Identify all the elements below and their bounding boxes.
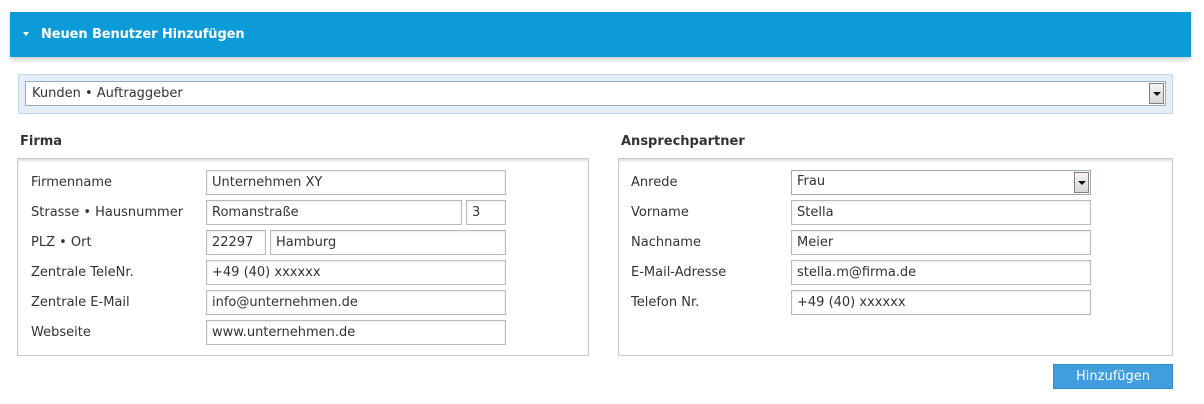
company-zip-input[interactable] xyxy=(206,230,266,255)
company-city-label: PLZ • Ort xyxy=(31,235,92,250)
contact-email-label: E-Mail-Adresse xyxy=(631,265,727,280)
dropdown-arrow-icon[interactable] xyxy=(1074,172,1089,193)
company-phone-label: Zentrale TeleNr. xyxy=(31,265,134,280)
category-select[interactable]: Kunden • Auftraggeber xyxy=(25,81,1166,106)
contact-section-title: Ansprechpartner xyxy=(621,134,745,149)
category-bar: Kunden • Auftraggeber xyxy=(18,74,1173,114)
contact-last-name-label: Nachname xyxy=(631,235,701,250)
category-select-value: Kunden • Auftraggeber xyxy=(32,86,183,101)
contact-phone-label: Telefon Nr. xyxy=(631,295,700,310)
company-name-label: Firmenname xyxy=(31,175,113,190)
company-phone-input[interactable] xyxy=(206,260,506,285)
company-name-input[interactable] xyxy=(206,170,506,195)
contact-email-input[interactable] xyxy=(791,260,1091,285)
company-email-label: Zentrale E-Mail xyxy=(31,295,130,310)
contact-salutation-label: Anrede xyxy=(631,175,678,190)
panel-title: Neuen Benutzer Hinzufügen xyxy=(41,27,245,42)
company-house-number-input[interactable] xyxy=(466,200,506,225)
company-section-title: Firma xyxy=(20,134,63,149)
contact-first-name-label: Vorname xyxy=(631,205,689,220)
company-website-label: Webseite xyxy=(31,325,91,340)
company-email-input[interactable] xyxy=(206,290,506,315)
contact-phone-input[interactable] xyxy=(791,290,1091,315)
company-panel: Firmenname Strasse • Hausnummer PLZ • Or… xyxy=(17,158,589,356)
add-user-button[interactable]: Hinzufügen xyxy=(1053,364,1173,389)
contact-panel: Anrede Frau Vorname Nachname E-Mail-Adre… xyxy=(618,158,1173,356)
dropdown-arrow-icon[interactable] xyxy=(1149,83,1164,104)
panel-header[interactable]: Neuen Benutzer Hinzufügen xyxy=(10,12,1191,57)
caret-down-icon[interactable] xyxy=(23,32,29,36)
contact-last-name-input[interactable] xyxy=(791,230,1091,255)
company-street-input[interactable] xyxy=(206,200,462,225)
contact-first-name-input[interactable] xyxy=(791,200,1091,225)
company-city-input[interactable] xyxy=(270,230,506,255)
company-website-input[interactable] xyxy=(206,320,506,345)
salutation-select-value: Frau xyxy=(797,174,826,189)
company-street-label: Strasse • Hausnummer xyxy=(31,205,184,220)
salutation-select[interactable]: Frau xyxy=(791,170,1091,195)
